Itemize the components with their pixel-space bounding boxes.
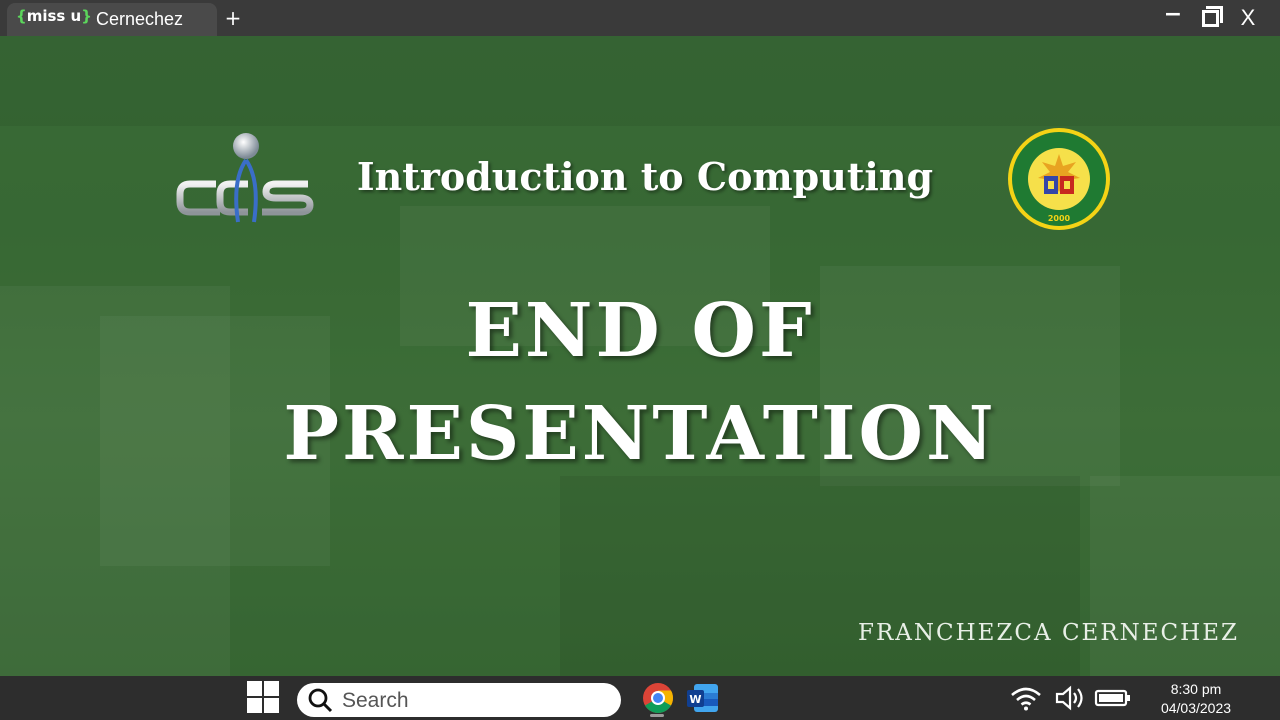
- ccs-logo: [176, 133, 314, 223]
- close-button[interactable]: X: [1233, 4, 1263, 32]
- clock-time: 8:30 pm: [1170, 681, 1222, 697]
- seal-year: 2000: [1048, 214, 1071, 223]
- system-clock[interactable]: 8:30 pm 04/03/2023: [1140, 680, 1252, 718]
- windows-logo-icon: [264, 698, 279, 713]
- slide-title-line1: END OF: [465, 288, 815, 374]
- app-logo: {miss u}: [16, 7, 92, 25]
- minimize-button[interactable]: −: [1158, 4, 1188, 32]
- app-running-indicator: [650, 714, 664, 717]
- search-icon: [308, 688, 333, 713]
- start-button[interactable]: [247, 681, 280, 714]
- windows-logo-icon: [247, 698, 262, 713]
- slide-title-line2: PRESENTATION: [283, 391, 997, 477]
- maximize-icon: [1202, 10, 1219, 27]
- battery-icon[interactable]: [1094, 684, 1132, 712]
- new-tab-button[interactable]: +: [222, 4, 244, 32]
- plp-seal-logo: 2000: [1008, 128, 1110, 230]
- taskbar-search-box[interactable]: Search: [297, 683, 621, 717]
- volume-icon[interactable]: [1054, 684, 1086, 712]
- chrome-icon[interactable]: [641, 681, 675, 715]
- window-titlebar: {miss u} Cernechez + − X: [0, 0, 1280, 36]
- windows-logo-icon: [264, 681, 279, 696]
- slide-author: FRANCHEZCA CERNECHEZ: [857, 620, 1239, 646]
- maximize-button[interactable]: [1196, 4, 1226, 32]
- svg-text:W: W: [689, 693, 701, 706]
- search-placeholder: Search: [342, 689, 409, 712]
- wifi-icon[interactable]: [1009, 684, 1043, 712]
- browser-tab[interactable]: {miss u} Cernechez: [7, 3, 217, 36]
- presentation-slide: 2000 Introduction to Computing END OF PR…: [0, 36, 1280, 676]
- taskbar: Search W 8:30 pm 04/03/2023: [0, 676, 1280, 720]
- word-icon[interactable]: W: [686, 681, 720, 715]
- slide-heading: Introduction to Computing: [356, 154, 934, 199]
- clock-date: 04/03/2023: [1160, 700, 1232, 716]
- windows-logo-icon: [247, 681, 262, 696]
- tab-title: Cernechez: [96, 9, 184, 29]
